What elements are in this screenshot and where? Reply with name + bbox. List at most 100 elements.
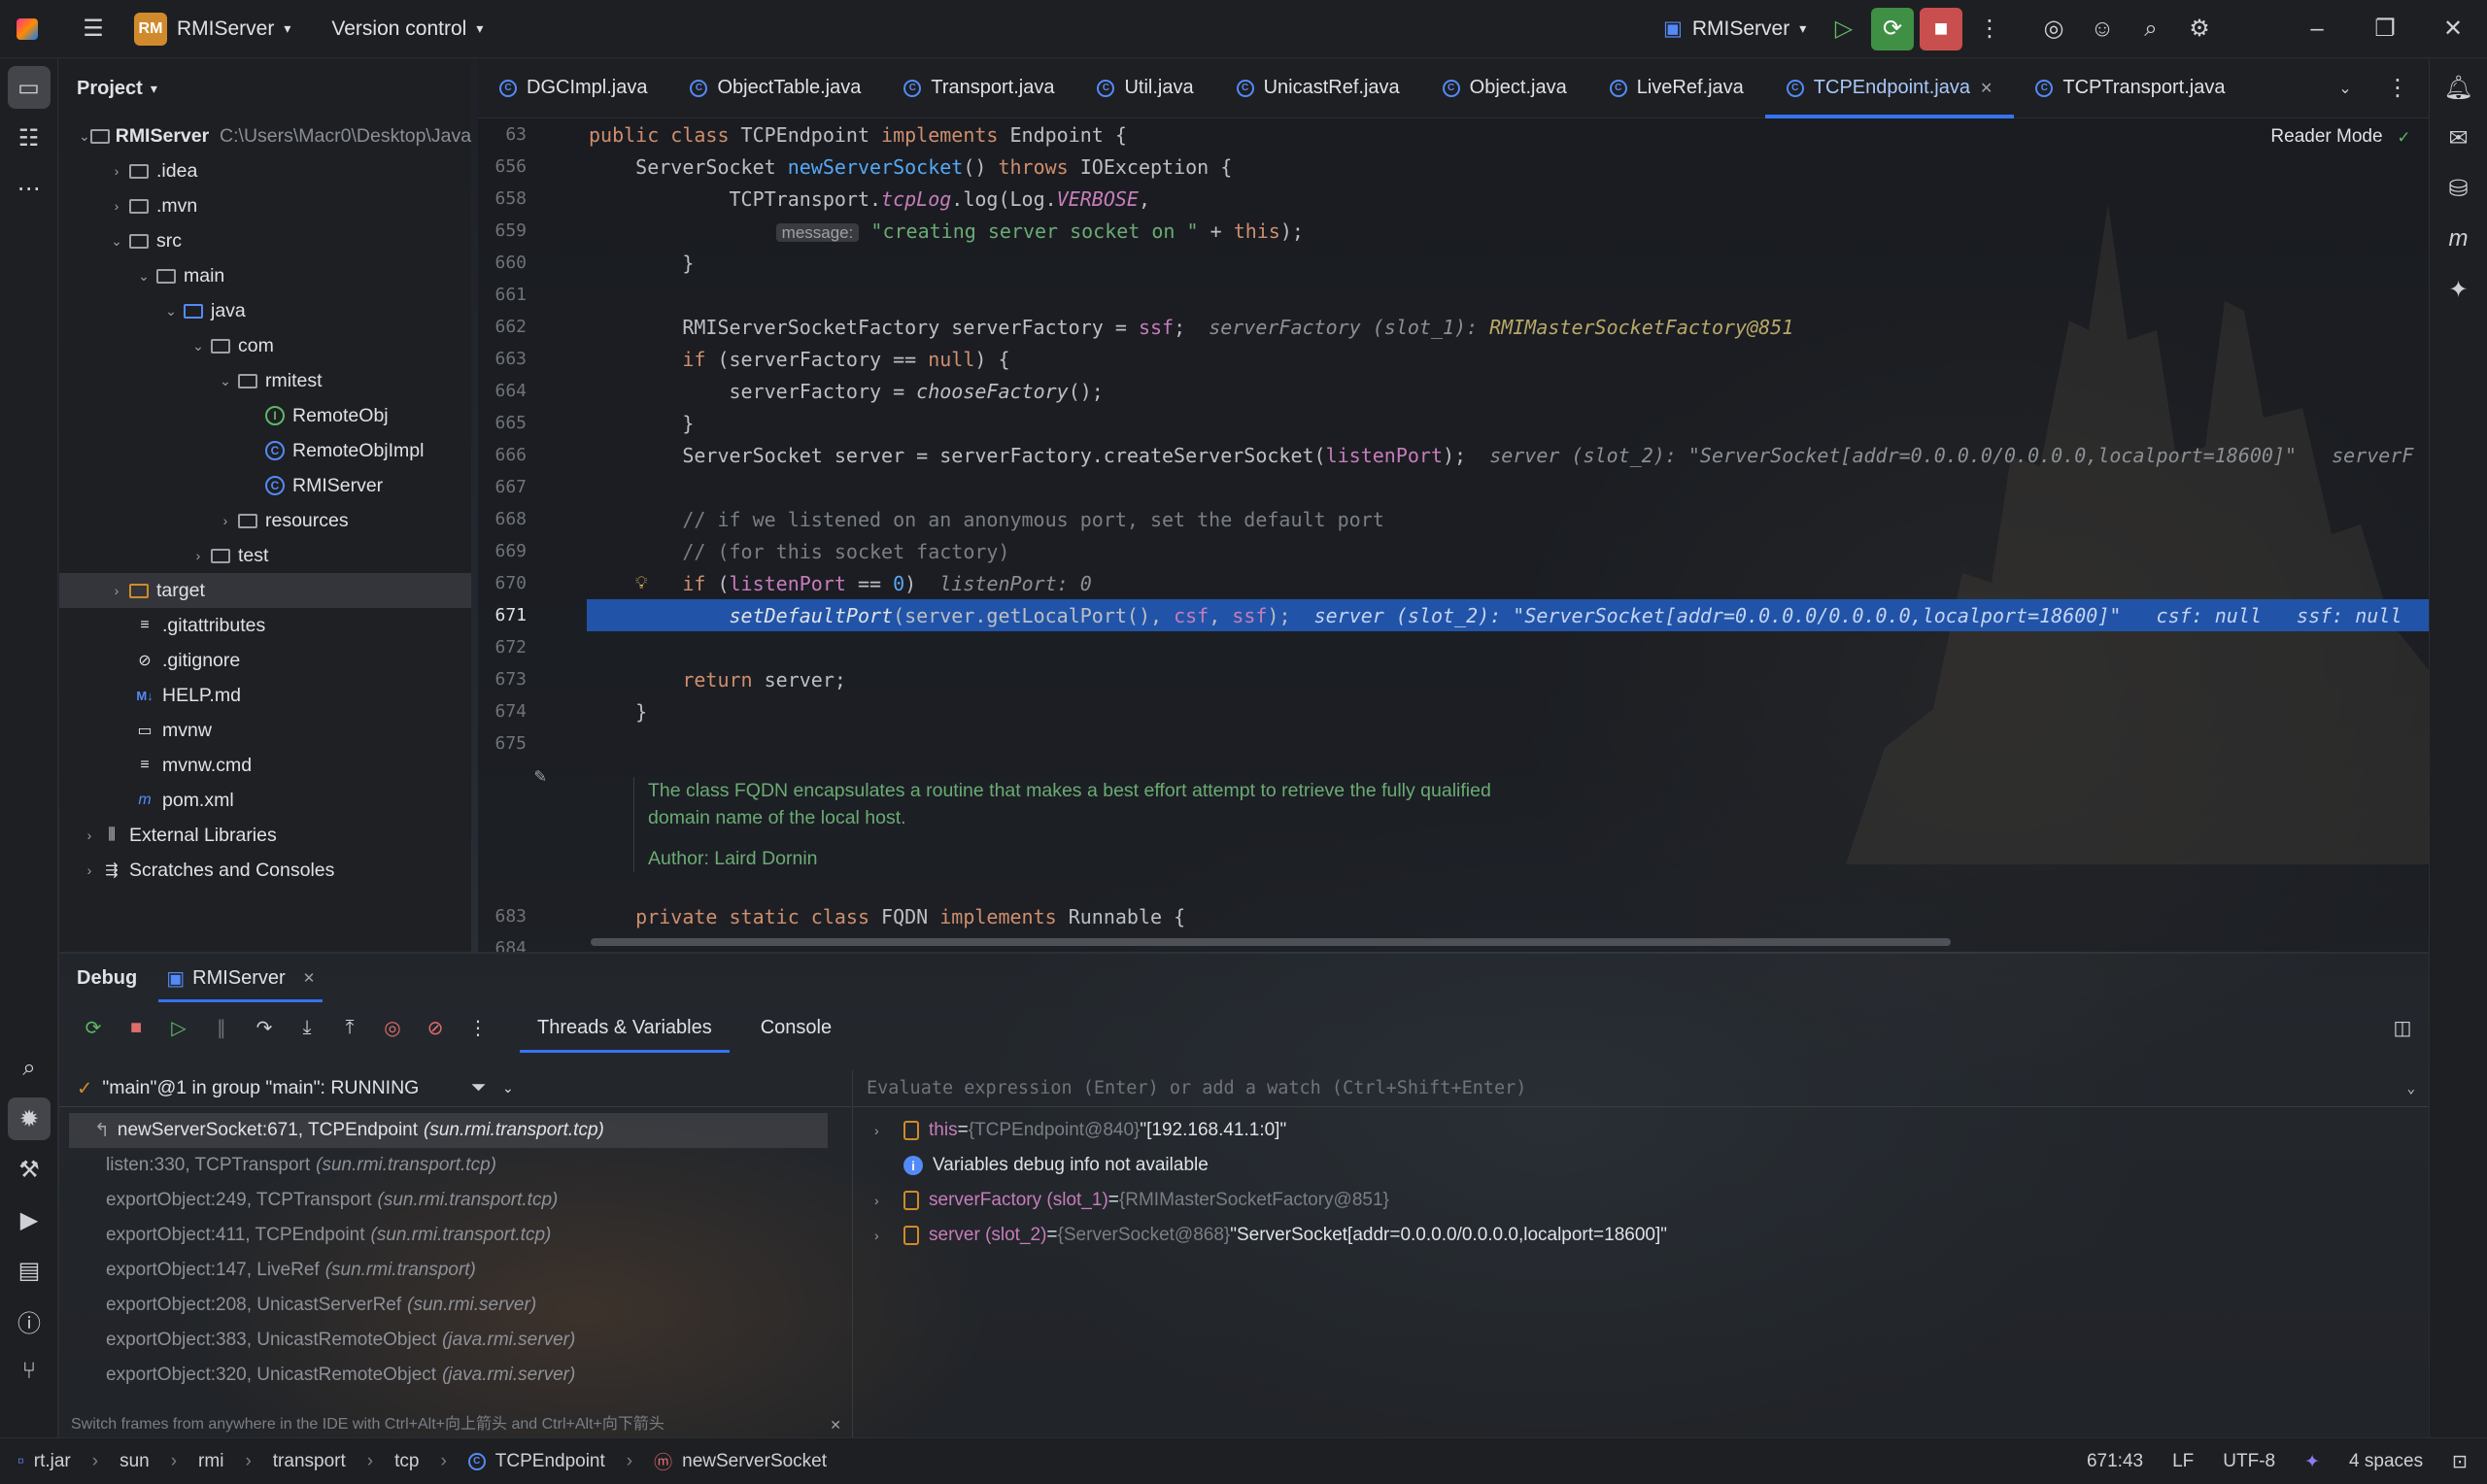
tab-dgcimpl[interactable]: C DGCImpl.java xyxy=(478,58,668,118)
tree-item-rmitest[interactable]: ⌄ rmitest xyxy=(59,363,471,398)
tree-item-remoteobj[interactable]: I RemoteObj xyxy=(59,398,471,433)
stack-frame[interactable]: exportObject:320, UnicastRemoteObject (ja… xyxy=(59,1358,851,1393)
stack-frame[interactable]: exportObject:383, UnicastRemoteObject (ja… xyxy=(59,1323,851,1358)
breadcrumb-item[interactable]: newServerSocket xyxy=(682,1451,827,1472)
tab-console[interactable]: Console xyxy=(743,1002,849,1053)
tree-item-remoteobjimpl[interactable]: C RemoteObjImpl xyxy=(59,433,471,468)
line-separator[interactable]: LF xyxy=(2172,1451,2194,1472)
ai-status-icon[interactable]: ✦ xyxy=(2304,1451,2320,1473)
app-logo-icon[interactable] xyxy=(6,8,49,51)
tree-item-rmiserver[interactable]: C RMIServer xyxy=(59,468,471,503)
stack-frame[interactable]: exportObject:147, LiveRef (sun.rmi.transp… xyxy=(59,1253,851,1288)
more-tools-icon[interactable]: ⋯ xyxy=(8,167,51,210)
tree-item-main[interactable]: ⌄ main xyxy=(59,258,471,293)
main-menu-icon[interactable]: ☰ xyxy=(72,8,115,51)
edit-doc-icon[interactable]: ✎ xyxy=(534,763,546,787)
pause-icon[interactable]: ∥ xyxy=(207,1013,236,1042)
close-icon[interactable]: ✕ xyxy=(303,969,316,987)
git-tool-icon[interactable]: ⑂ xyxy=(8,1350,51,1393)
more-icon[interactable]: ⋮ xyxy=(463,1013,493,1042)
structure-tool-icon[interactable]: ☷ xyxy=(8,117,51,159)
tree-item-help-md[interactable]: M↓ HELP.md xyxy=(59,678,471,713)
database-icon[interactable]: ⛁ xyxy=(2437,167,2480,210)
layout-icon[interactable]: ◫ xyxy=(2388,1013,2417,1042)
restore-icon[interactable]: ❐ xyxy=(2351,8,2419,51)
variable-row[interactable]: › this = {TCPEndpoint@840} "[192.168.41.1… xyxy=(853,1113,2429,1148)
minimize-icon[interactable]: – xyxy=(2283,8,2351,51)
tab-objecttable[interactable]: C ObjectTable.java xyxy=(668,58,882,118)
resume-icon[interactable]: ▷ xyxy=(164,1013,193,1042)
stack-frame[interactable]: exportObject:249, TCPTransport (sun.rmi.t… xyxy=(59,1183,851,1218)
tree-item-resources[interactable]: › resources xyxy=(59,503,471,538)
tabs-more-icon[interactable]: ⋮ xyxy=(2376,67,2419,110)
tree-item-com[interactable]: ⌄ com xyxy=(59,328,471,363)
breadcrumb-item[interactable]: transport xyxy=(273,1451,346,1472)
tree-item-mvn[interactable]: › .mvn xyxy=(59,188,471,223)
search-icon[interactable]: ⌕ xyxy=(2129,8,2172,51)
horizontal-scrollbar[interactable] xyxy=(591,938,1951,946)
project-panel-header[interactable]: Project ▾ xyxy=(59,58,471,118)
copilot-icon[interactable]: ✦ xyxy=(2437,268,2480,311)
tree-item-mvnw[interactable]: ▭ mvnw xyxy=(59,713,471,748)
stack-frame[interactable]: exportObject:411, TCPEndpoint (sun.rmi.tr… xyxy=(59,1218,851,1253)
debug-tool-icon[interactable]: ✹ xyxy=(8,1097,51,1140)
tree-item-java[interactable]: ⌄ java xyxy=(59,293,471,328)
breadcrumb-item[interactable]: sun xyxy=(119,1451,150,1472)
vcs-menu[interactable]: Version control ▾ xyxy=(331,17,483,41)
stop-icon[interactable]: ■ xyxy=(1920,7,1962,51)
tree-item-src[interactable]: ⌄ src xyxy=(59,223,471,258)
project-tool-icon[interactable]: ▭ xyxy=(7,66,51,109)
notifications-icon[interactable]: 🔔︎ xyxy=(2437,66,2480,109)
stop-icon[interactable]: ■ xyxy=(121,1013,151,1042)
tab-close-icon[interactable]: ✕ xyxy=(1980,79,1993,98)
add-user-icon[interactable]: ☺ xyxy=(2081,8,2124,51)
services-tool-icon[interactable]: ▶ xyxy=(8,1198,51,1241)
caret-position[interactable]: 671:43 xyxy=(2087,1451,2143,1472)
tree-item-scratches[interactable]: › ⇶ Scratches and Consoles xyxy=(59,853,471,888)
step-over-icon[interactable]: ↷ xyxy=(250,1013,279,1042)
breadcrumb-item[interactable]: tcp xyxy=(394,1451,419,1472)
close-icon[interactable]: ✕ xyxy=(2419,8,2487,51)
run-config-selector[interactable]: ▣ RMIServer ▾ xyxy=(1663,17,1806,41)
step-out-icon[interactable]: ⤒ xyxy=(335,1013,364,1042)
ai-chat-icon[interactable]: ✉ xyxy=(2437,117,2480,159)
tree-item-gitattributes[interactable]: ≡ .gitattributes xyxy=(59,608,471,643)
evaluate-expression-input[interactable]: Evaluate expression (Enter) or add a wat… xyxy=(853,1070,2429,1107)
tree-item-root[interactable]: ⌄ RMIServer C:\Users\Macr0\Desktop\Java xyxy=(59,118,471,153)
maven-icon[interactable]: m xyxy=(2437,218,2480,260)
terminal-tool-icon[interactable]: ▤ xyxy=(8,1249,51,1292)
variable-row[interactable]: › serverFactory (slot_1) = {RMIMasterSock… xyxy=(853,1183,2429,1218)
tree-item-external-libraries[interactable]: › ⫼ External Libraries xyxy=(59,818,471,853)
tree-item-target[interactable]: › target xyxy=(59,573,471,608)
stack-frame[interactable]: ↰ newServerSocket:671, TCPEndpoint (sun.rm… xyxy=(69,1113,828,1148)
read-only-icon[interactable]: ⊡ xyxy=(2452,1451,2468,1473)
breadcrumb-item[interactable]: TCPEndpoint xyxy=(495,1451,605,1472)
tree-item-idea[interactable]: › .idea xyxy=(59,153,471,188)
problems-tool-icon[interactable]: ⓘ xyxy=(8,1299,51,1342)
indent-setting[interactable]: 4 spaces xyxy=(2349,1451,2423,1472)
tab-liveref[interactable]: C LiveRef.java xyxy=(1588,58,1765,118)
step-into-icon[interactable]: ⤓ xyxy=(292,1013,322,1042)
view-breakpoints-icon[interactable]: ◎ xyxy=(378,1013,407,1042)
tab-tcptransport[interactable]: C TCPTransport.java xyxy=(2014,58,2246,118)
filter-icon[interactable]: ⏷ xyxy=(471,1077,487,1099)
find-tool-icon[interactable]: ⌕ xyxy=(8,1047,51,1090)
rerun-icon[interactable]: ⟳ xyxy=(79,1013,108,1042)
resume-icon[interactable]: ▷ xyxy=(1823,8,1865,51)
tabs-dropdown-icon[interactable]: ⌄ xyxy=(2324,67,2367,110)
thread-selector[interactable]: ✓ "main"@1 in group "main": RUNNING ⏷ ⌄ xyxy=(59,1070,851,1107)
debug-session-tab[interactable]: ▣ RMIServer ✕ xyxy=(158,954,324,1002)
variable-row[interactable]: › server (slot_2) = {ServerSocket@868} "S… xyxy=(853,1218,2429,1253)
stack-frame[interactable]: listen:330, TCPTransport (sun.rmi.transpo… xyxy=(59,1148,851,1183)
file-encoding[interactable]: UTF-8 xyxy=(2223,1451,2275,1472)
breadcrumb-item[interactable]: rt.jar xyxy=(34,1451,71,1472)
tab-util[interactable]: C Util.java xyxy=(1075,58,1214,118)
tree-item-pom[interactable]: m pom.xml xyxy=(59,783,471,818)
breadcrumb-item[interactable]: rmi xyxy=(198,1451,223,1472)
close-hint-icon[interactable]: ✕ xyxy=(830,1417,841,1433)
code-editor[interactable]: Reader Mode ✓ 63 public class TCPEndpoint … xyxy=(478,118,2429,952)
tab-transport[interactable]: C Transport.java xyxy=(882,58,1075,118)
ai-assistant-icon[interactable]: ◎ xyxy=(2032,8,2075,51)
tree-item-mvnw-cmd[interactable]: ≡ mvnw.cmd xyxy=(59,748,471,783)
tab-object[interactable]: C Object.java xyxy=(1421,58,1588,118)
